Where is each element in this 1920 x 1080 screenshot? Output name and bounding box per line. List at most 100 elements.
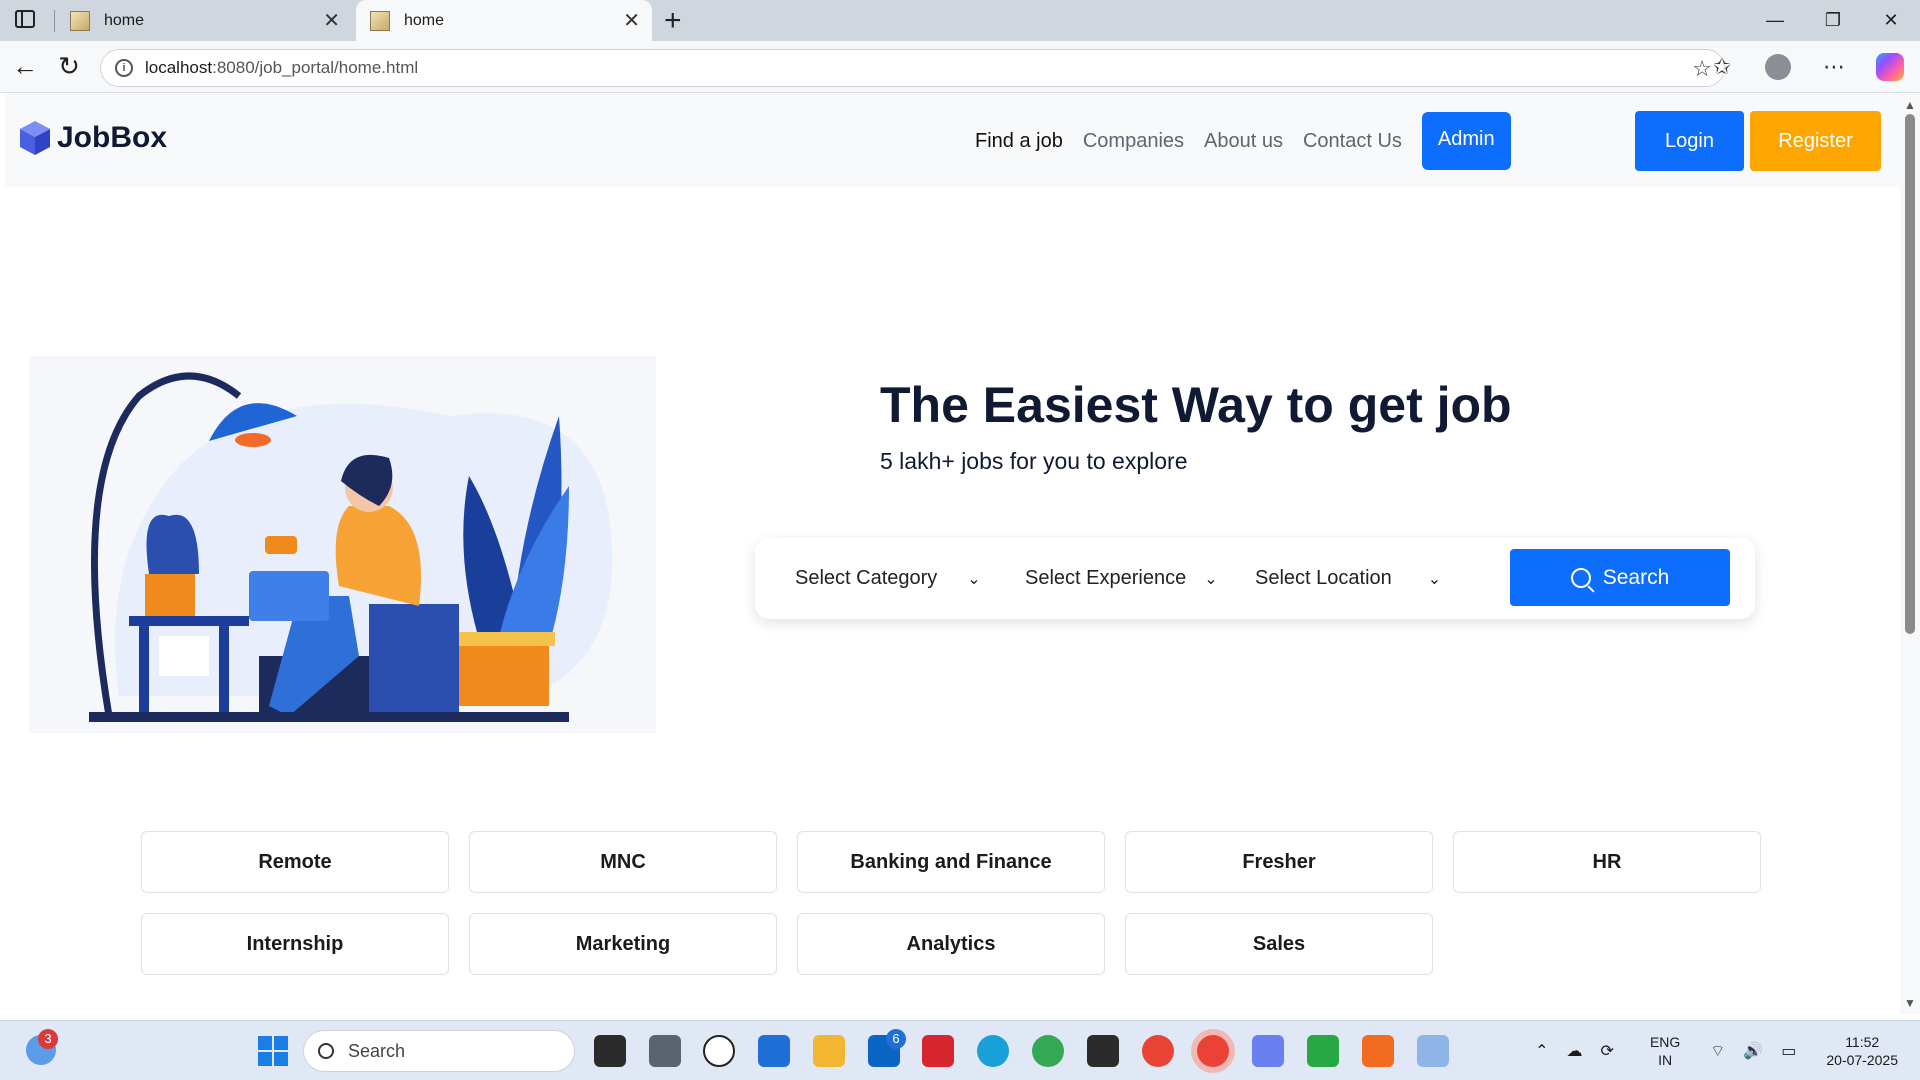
category-chip-fresher[interactable]: Fresher [1125, 831, 1433, 893]
location-select-label: Select Location [1255, 567, 1392, 589]
site-info-icon[interactable]: i [115, 59, 133, 77]
browser-tab-bar: home ✕ home ✕ + — ❐ ✕ [0, 0, 1920, 41]
chrome-icon[interactable] [1142, 1035, 1174, 1067]
nav-contact-us[interactable]: Contact Us [1303, 130, 1402, 153]
profile-icon[interactable] [1760, 49, 1796, 85]
new-tab-icon[interactable]: + [664, 4, 682, 38]
site-header: JobBox Find a job Companies About us Con… [5, 94, 1900, 187]
restore-icon[interactable]: ❐ [1804, 0, 1862, 41]
page-favicon-icon [370, 10, 390, 31]
job-search-card: Select Category ⌄ Select Experience ⌄ Se… [755, 538, 1755, 619]
windows-taskbar: 3 Search 6 ⌃ ☁ ⟳ ENG IN ⌔ 🔊 ▭ 11:52 20-0… [0, 1020, 1920, 1080]
person-at-laptop-illustration [89, 372, 613, 722]
scrollbar-thumb[interactable] [1905, 114, 1915, 634]
tab-title: home [404, 11, 445, 29]
category-chip-sales[interactable]: Sales [1125, 913, 1433, 975]
main-nav: Find a job Companies About us Contact Us… [975, 112, 1511, 170]
browser-toolbar: ✩ ⋯ [1704, 49, 1908, 85]
nav-find-a-job[interactable]: Find a job [975, 130, 1063, 153]
category-chip-mnc[interactable]: MNC [469, 831, 777, 893]
category-chip-marketing[interactable]: Marketing [469, 913, 777, 975]
scroll-up-icon[interactable]: ▲ [1904, 98, 1916, 112]
xampp-icon[interactable] [1362, 1035, 1394, 1067]
hero-illustration [29, 356, 656, 733]
volume-icon[interactable]: 🔊 [1743, 1041, 1763, 1061]
search-button[interactable]: Search [1510, 549, 1730, 606]
clock[interactable]: 11:52 20-07-2025 [1826, 1033, 1898, 1069]
widgets-badge: 3 [38, 1029, 58, 1049]
nav-about-us[interactable]: About us [1204, 130, 1283, 153]
category-chip-hr[interactable]: HR [1453, 831, 1761, 893]
wifi-icon[interactable]: ⌔ [1710, 1041, 1725, 1061]
lang-line2: IN [1658, 1052, 1673, 1068]
window-controls: — ❐ ✕ [1746, 0, 1920, 41]
battery-icon[interactable]: ▭ [1781, 1041, 1796, 1061]
task-view-icon[interactable] [594, 1035, 626, 1067]
tab-title: home [104, 11, 145, 29]
scroll-down-icon[interactable]: ▼ [1904, 996, 1916, 1010]
more-menu-icon[interactable]: ⋯ [1816, 49, 1852, 85]
category-chip-banking[interactable]: Banking and Finance [797, 831, 1105, 893]
search-icon [318, 1043, 334, 1059]
category-chip-internship[interactable]: Internship [141, 913, 449, 975]
office-icon[interactable] [922, 1035, 954, 1067]
experience-select-label: Select Experience [1025, 567, 1187, 589]
chevron-down-icon: ⌄ [1204, 570, 1218, 588]
page-viewport: JobBox Find a job Companies About us Con… [0, 94, 1900, 1014]
clock-date: 20-07-2025 [1826, 1052, 1898, 1068]
favorites-icon[interactable]: ✩ [1704, 49, 1740, 85]
onedrive-icon[interactable]: ☁ [1567, 1041, 1583, 1061]
admin-button[interactable]: Admin [1421, 112, 1511, 170]
page-scrollbar[interactable]: ▲ ▼ [1900, 94, 1920, 1014]
system-tray: ⌃ ☁ ⟳ ENG IN ⌔ 🔊 ▭ 11:52 20-07-2025 [1535, 1021, 1920, 1080]
start-icon[interactable] [258, 1036, 288, 1066]
reload-icon[interactable]: ↻ [54, 51, 84, 81]
app-icon[interactable] [1307, 1035, 1339, 1067]
url-host: localhost [145, 58, 213, 77]
browser-tab-2[interactable]: home ✕ [356, 0, 652, 41]
category-select-label: Select Category [795, 567, 938, 589]
site-logo[interactable]: JobBox [19, 120, 167, 156]
hero-subtitle: 5 lakh+ jobs for you to explore [880, 448, 1188, 474]
monitor-icon[interactable] [1417, 1035, 1449, 1067]
chrome-active-icon[interactable] [1197, 1035, 1229, 1067]
language-indicator[interactable]: ENG IN [1650, 1033, 1680, 1069]
sidebar-toggle-icon[interactable] [15, 10, 35, 28]
category-chip-analytics[interactable]: Analytics [797, 913, 1105, 975]
edge-icon[interactable] [977, 1035, 1009, 1067]
dell-icon[interactable] [703, 1035, 735, 1067]
chevron-down-icon: ⌄ [967, 570, 981, 588]
tab-close-icon[interactable]: ✕ [623, 8, 640, 33]
tab-close-icon[interactable]: ✕ [323, 8, 340, 33]
chevron-up-icon[interactable]: ⌃ [1535, 1041, 1548, 1061]
store-icon[interactable] [758, 1035, 790, 1067]
brand-name: JobBox [57, 121, 168, 154]
back-icon[interactable]: ← [10, 51, 40, 81]
url-field[interactable]: i localhost:8080/job_portal/home.html ☆ [100, 49, 1725, 87]
sync-icon[interactable]: ⟳ [1601, 1041, 1614, 1061]
clock-time: 11:52 [1845, 1034, 1880, 1050]
nav-companies[interactable]: Companies [1083, 130, 1184, 153]
linkedin-badge: 6 [886, 1029, 906, 1049]
close-window-icon[interactable]: ✕ [1862, 0, 1920, 41]
taskbar-search-label: Search [348, 1040, 406, 1061]
chrome-profile-icon[interactable] [1032, 1035, 1064, 1067]
search-button-label: Search [1602, 565, 1670, 589]
photos-icon[interactable] [1252, 1035, 1284, 1067]
category-chip-remote[interactable]: Remote [141, 831, 449, 893]
category-select[interactable]: Select Category ⌄ [795, 538, 981, 619]
terminal-icon[interactable] [1087, 1035, 1119, 1067]
logo-cube-icon [20, 121, 50, 155]
experience-select[interactable]: Select Experience ⌄ [1025, 538, 1218, 619]
lang-line1: ENG [1649, 1034, 1681, 1050]
minimize-icon[interactable]: — [1746, 0, 1804, 41]
taskbar-search[interactable]: Search [303, 1030, 575, 1072]
url-path: :8080/job_portal/home.html [212, 58, 419, 77]
login-button[interactable]: Login [1635, 111, 1744, 171]
location-select[interactable]: Select Location ⌄ [1255, 538, 1441, 619]
camera-icon[interactable] [649, 1035, 681, 1067]
copilot-icon[interactable] [1872, 49, 1908, 85]
browser-tab-1[interactable]: home ✕ [56, 0, 352, 41]
file-explorer-icon[interactable] [813, 1035, 845, 1067]
register-button[interactable]: Register [1750, 111, 1881, 171]
